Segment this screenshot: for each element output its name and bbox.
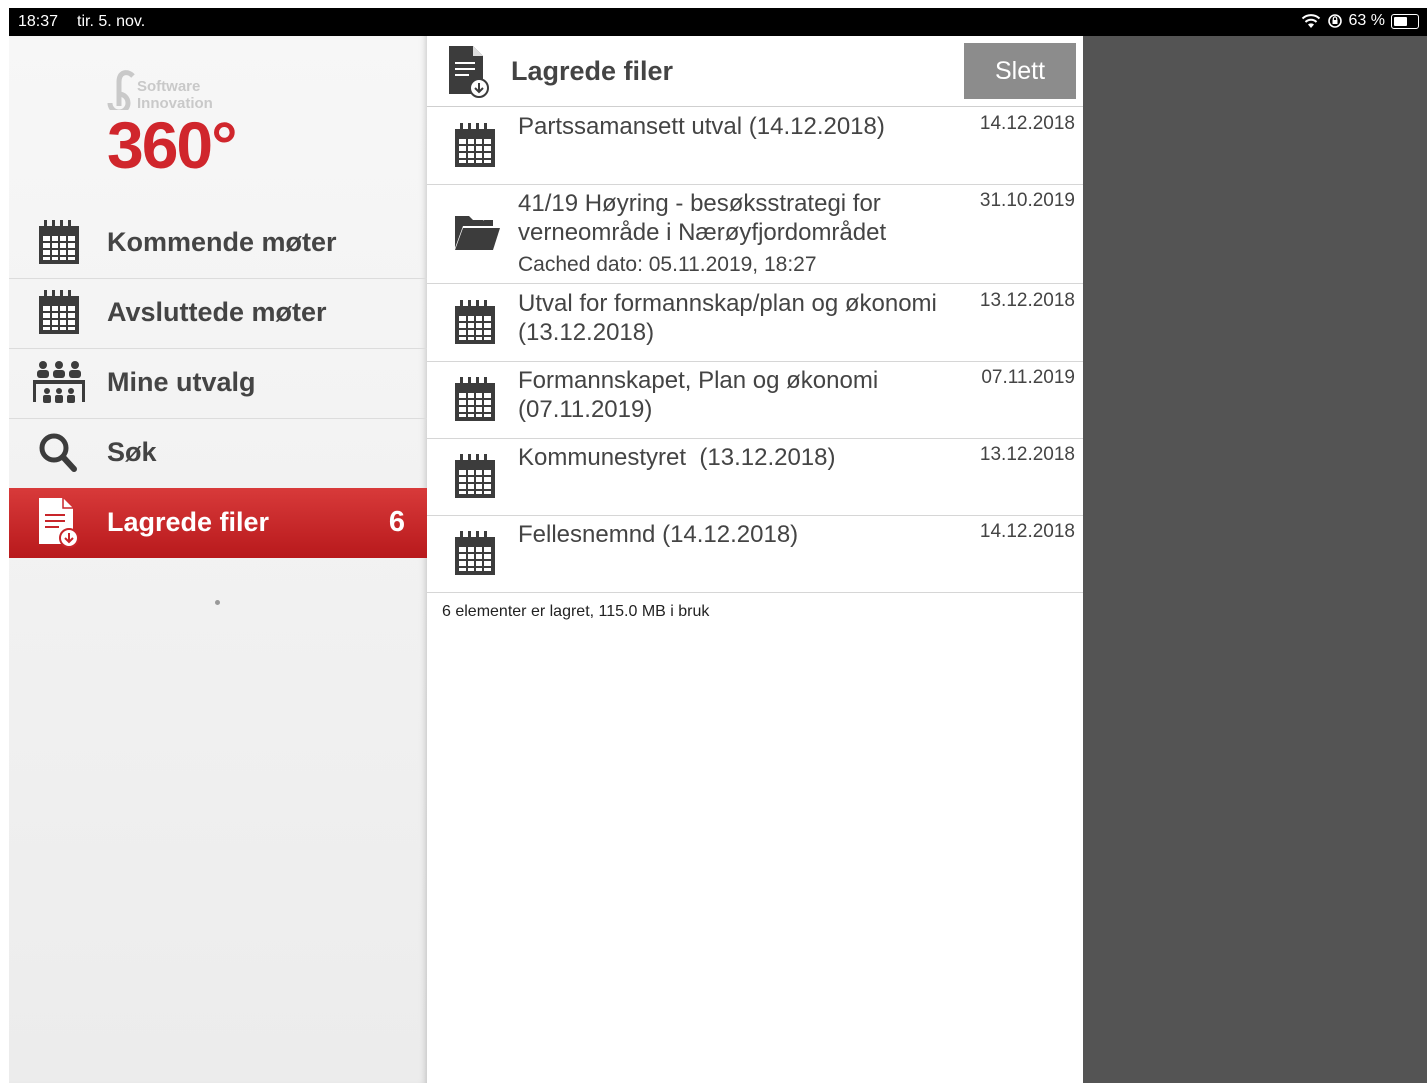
calendar-icon — [455, 300, 495, 344]
battery-icon — [1391, 13, 1419, 29]
folder-icon — [455, 212, 500, 250]
committee-icon — [33, 361, 85, 403]
file-date: 13.12.2018 — [979, 444, 1075, 465]
file-title: Kommunestyret (13.12.2018) — [518, 444, 836, 471]
file-cached-date: Cached dato: 05.11.2019, 18:27 — [518, 253, 817, 276]
calendar-icon — [455, 377, 495, 421]
calendar-icon — [455, 123, 495, 167]
sidebar-item-label: Avsluttede møter — [107, 297, 327, 327]
file-row[interactable]: Partssamansett utval (14.12.2018) 14.12.… — [427, 107, 1083, 185]
sidebar-item-label: Lagrede filer — [107, 507, 270, 537]
storage-summary: 6 elementer er lagret, 115.0 MB i bruk — [442, 603, 710, 620]
file-title: Formannskapet, Plan og økonomi (07.11.20… — [518, 367, 879, 423]
saved-files-panel: Lagrede filer Slett Partssamansett utval… — [427, 36, 1083, 1083]
file-row[interactable]: Kommunestyret (13.12.2018) 13.12.2018 — [427, 438, 1083, 516]
file-date: 14.12.2018 — [979, 521, 1075, 542]
page-indicator-dot — [215, 600, 220, 605]
calendar-icon — [39, 220, 79, 264]
file-title: Utval for formannskap/plan og økonomi (1… — [518, 290, 937, 346]
file-title: 41/19 Høyring - besøksstrategi for verne… — [518, 190, 887, 246]
sidebar: Software Innovation 360° Kommende møter — [9, 36, 427, 1083]
app-logo: Software Innovation 360° — [107, 68, 247, 188]
sidebar-item-label: Kommende møter — [107, 227, 337, 257]
detail-panel — [1083, 36, 1427, 1083]
calendar-icon — [455, 454, 495, 498]
file-date: 13.12.2018 — [979, 290, 1075, 311]
delete-button[interactable]: Slett — [964, 43, 1076, 99]
calendar-icon — [39, 290, 79, 334]
sidebar-item-label: Søk — [107, 437, 157, 467]
status-bar: 18:37 tir. 5. nov. 63 % — [9, 8, 1427, 36]
sidebar-item-lagrede-filer[interactable]: Lagrede filer 6 — [9, 488, 427, 558]
panel-header: Lagrede filer Slett — [427, 36, 1083, 107]
calendar-icon — [455, 531, 495, 575]
search-icon — [39, 433, 77, 472]
sidebar-item-sok[interactable]: Søk — [9, 418, 427, 489]
logo-text: Software Innovation — [137, 78, 213, 112]
page-title: Lagrede filer — [511, 56, 674, 86]
software-innovation-logo-icon — [107, 70, 135, 110]
file-date: 31.10.2019 — [979, 190, 1075, 211]
file-row[interactable]: Utval for formannskap/plan og økonomi (1… — [427, 284, 1083, 362]
status-time: 18:37 — [18, 13, 59, 30]
sidebar-item-label: Mine utvalg — [107, 367, 256, 397]
status-right: 63 % — [1301, 12, 1419, 30]
file-title: Fellesnemnd (14.12.2018) — [518, 521, 799, 548]
file-date: 14.12.2018 — [979, 113, 1075, 134]
saved-files-count-badge: 6 — [388, 506, 405, 538]
file-row[interactable]: 41/19 Høyring - besøksstrategi for verne… — [427, 184, 1083, 284]
file-date: 07.11.2019 — [981, 367, 1075, 388]
status-date: tir. 5. nov. — [77, 13, 146, 30]
file-row[interactable]: Fellesnemnd (14.12.2018) 14.12.2018 — [427, 515, 1083, 593]
file-title: Partssamansett utval (14.12.2018) — [518, 113, 885, 140]
logo-brand: 360° — [107, 108, 238, 182]
logo-line1: Software — [137, 78, 201, 95]
sidebar-item-mine-utvalg[interactable]: Mine utvalg — [9, 348, 427, 419]
sidebar-item-kommende-moter[interactable]: Kommende møter — [9, 208, 427, 279]
wifi-icon — [1301, 14, 1320, 28]
battery-percent: 63 % — [1348, 12, 1385, 29]
orientation-lock-icon — [1327, 14, 1342, 28]
sidebar-item-avsluttede-moter[interactable]: Avsluttede møter — [9, 278, 427, 349]
file-row[interactable]: Formannskapet, Plan og økonomi (07.11.20… — [427, 361, 1083, 439]
saved-file-icon — [39, 498, 79, 548]
saved-file-icon — [449, 46, 489, 98]
